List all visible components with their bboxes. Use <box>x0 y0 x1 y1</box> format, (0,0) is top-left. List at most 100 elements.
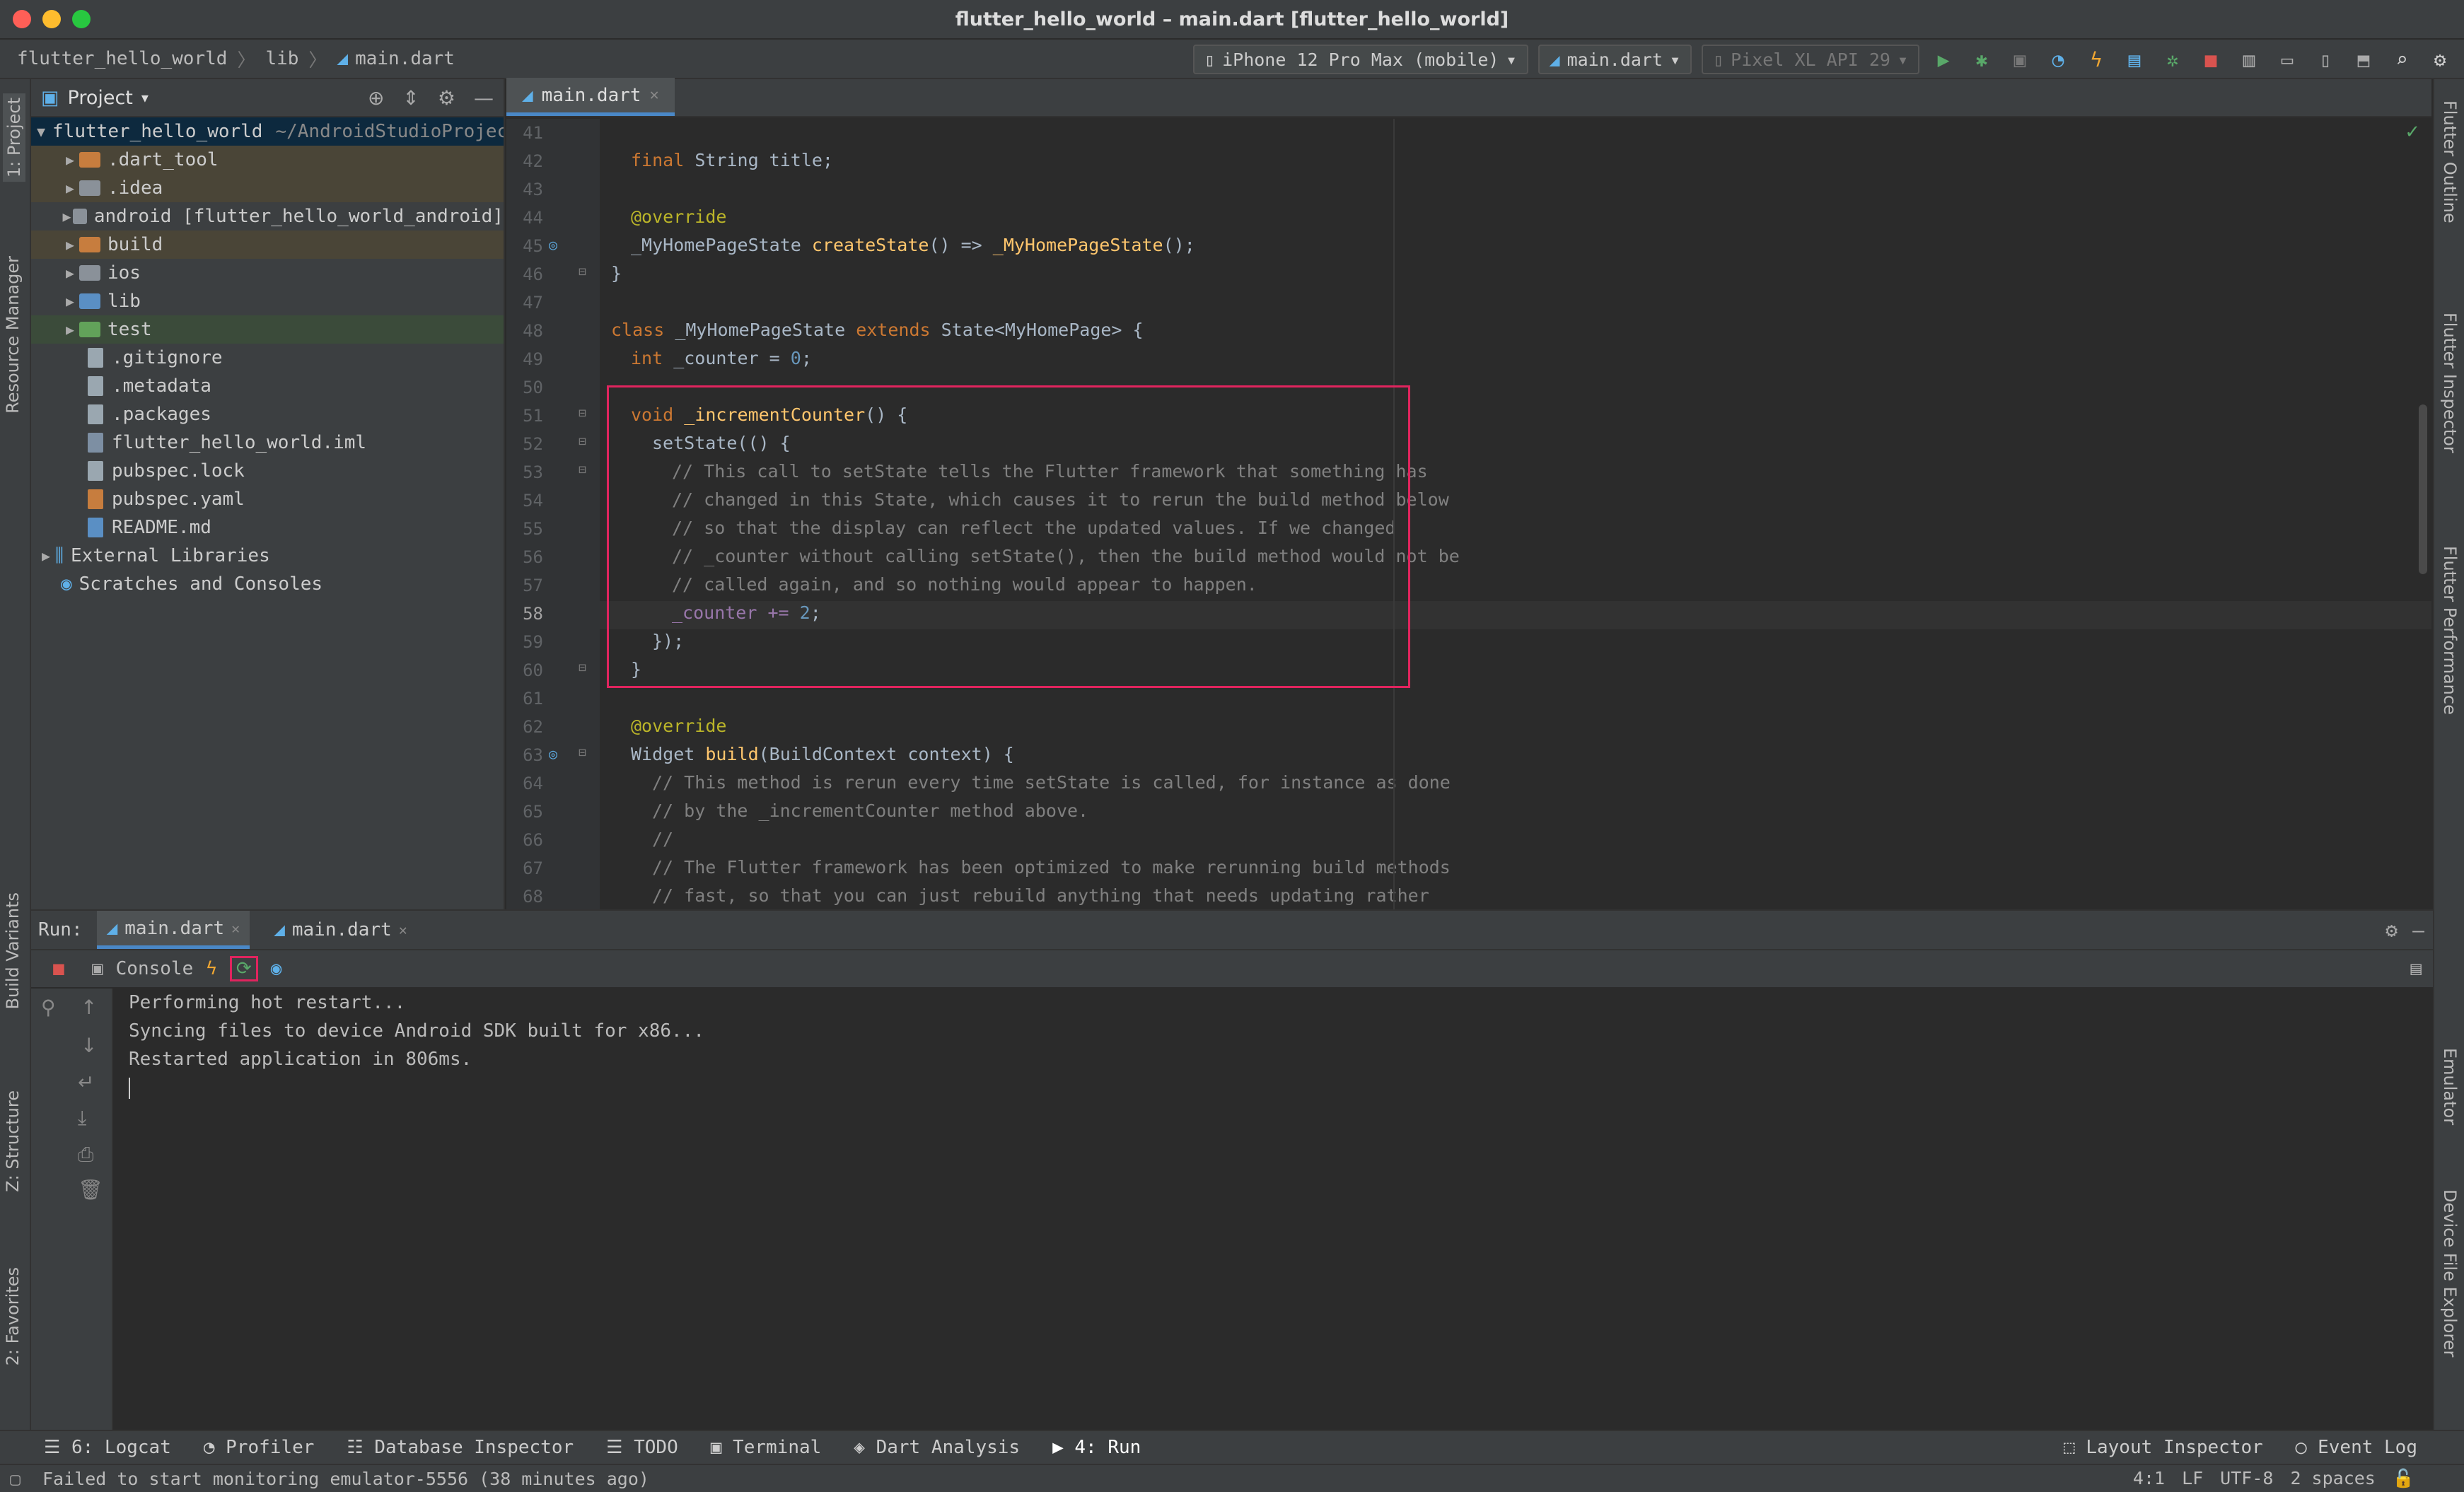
expand-arrow-icon[interactable]: ▶ <box>61 208 73 225</box>
cursor-position[interactable]: 4:1 <box>2133 1468 2165 1489</box>
device-selector[interactable]: ▯ iPhone 12 Pro Max (mobile) ▾ <box>1193 45 1528 74</box>
tree-item[interactable]: pubspec.yaml <box>31 485 504 513</box>
tab-flutter-inspector[interactable]: Flutter Inspector <box>2440 313 2460 453</box>
collapse-all-icon[interactable]: ⇕ <box>402 86 419 110</box>
tree-item[interactable]: ▶ test <box>31 315 504 344</box>
tab-flutter-performance[interactable]: Flutter Performance <box>2440 546 2460 715</box>
breadcrumb-file[interactable]: main.dart <box>355 48 455 69</box>
fold-marker-icon[interactable]: ⊟ <box>579 406 586 421</box>
tree-item[interactable]: ▶ .dart_tool <box>31 146 504 174</box>
tab-emulator[interactable]: Emulator <box>2440 1048 2460 1125</box>
fold-marker-icon[interactable]: ⊟ <box>579 660 586 675</box>
pin-icon[interactable]: ⚲ <box>41 996 56 1019</box>
console-tab[interactable]: Console <box>116 958 194 979</box>
settings-icon[interactable]: ⚙ <box>2426 45 2454 74</box>
hide-panel-icon[interactable]: — <box>474 86 494 110</box>
sdk-manager-icon[interactable]: ⬒ <box>2349 45 2378 74</box>
tree-item-scratches[interactable]: ◉ Scratches and Consoles <box>31 570 504 598</box>
tab-logcat[interactable]: ☰ 6: Logcat <box>44 1437 171 1458</box>
run-config-selector[interactable]: ◢ main.dart ▾ <box>1538 45 1692 74</box>
tree-item[interactable]: ▶ android [flutter_hello_world_android] <box>31 202 504 231</box>
tree-item[interactable]: ▶ build <box>31 231 504 259</box>
emulator-selector[interactable]: ▯ Pixel XL API 29 ▾ <box>1702 45 1919 74</box>
vertical-scrollbar[interactable] <box>2419 404 2427 574</box>
breadcrumb-lib[interactable]: lib <box>265 48 298 69</box>
profile-icon[interactable]: ◔ <box>2044 45 2072 74</box>
project-structure-icon[interactable]: ▥ <box>2235 45 2263 74</box>
stop-icon[interactable]: ■ <box>38 958 79 979</box>
tree-item[interactable]: .packages <box>31 400 504 429</box>
hide-panel-icon[interactable]: — <box>2412 919 2424 942</box>
file-encoding[interactable]: UTF-8 <box>2220 1468 2273 1489</box>
tree-root[interactable]: ▼ flutter_hello_world ~/AndroidStudioPro… <box>31 117 504 146</box>
run-tab-main-dart[interactable]: ◢ main.dart ✕ <box>96 911 250 949</box>
attach-icon[interactable]: ▣ <box>2006 45 2034 74</box>
apply-changes-icon[interactable]: ▤ <box>2120 45 2149 74</box>
indent-setting[interactable]: 2 spaces <box>2290 1468 2375 1489</box>
scroll-to-end-icon[interactable]: ⤓ <box>78 1106 86 1130</box>
tree-item[interactable]: ▶ .idea <box>31 174 504 202</box>
tree-item[interactable]: ▶ lib <box>31 287 504 315</box>
tab-run[interactable]: ▶ 4: Run <box>1052 1437 1141 1458</box>
fold-marker-icon[interactable]: ⊟ <box>579 462 586 477</box>
close-icon[interactable]: ✕ <box>231 920 240 937</box>
tab-structure[interactable]: Z: Structure <box>3 1090 23 1192</box>
run-icon[interactable]: ▶ <box>1929 45 1958 74</box>
expand-arrow-icon[interactable]: ▶ <box>61 264 79 281</box>
tab-favorites[interactable]: 2: Favorites <box>3 1267 23 1365</box>
hot-reload-icon[interactable]: ϟ <box>2082 45 2110 74</box>
expand-arrow-icon[interactable]: ▶ <box>61 293 79 310</box>
soft-wrap-icon[interactable]: ↵ <box>78 1071 94 1094</box>
up-arrow-icon[interactable]: ↑ <box>81 996 97 1019</box>
stop-icon[interactable]: ■ <box>2197 45 2225 74</box>
layout-icon[interactable]: ▭ <box>2273 45 2301 74</box>
expand-arrow-icon[interactable]: ▶ <box>61 151 79 168</box>
expand-arrow-icon[interactable]: ▶ <box>37 547 55 564</box>
search-icon[interactable]: ⌕ <box>2388 45 2416 74</box>
fold-marker-icon[interactable]: ⊟ <box>579 745 586 760</box>
tab-layout-inspector[interactable]: ⬚ Layout Inspector <box>2064 1437 2263 1458</box>
close-icon[interactable]: ✕ <box>399 921 407 938</box>
tab-resource-manager[interactable]: Resource Manager <box>3 256 23 414</box>
tree-item[interactable]: pubspec.lock <box>31 457 504 485</box>
tab-build-variants[interactable]: Build Variants <box>3 892 23 1010</box>
expand-arrow-icon[interactable]: ▶ <box>61 236 79 253</box>
override-marker-icon[interactable]: ◎ <box>549 236 557 253</box>
close-icon[interactable]: ✕ <box>650 86 659 104</box>
override-marker-icon[interactable]: ◎ <box>549 745 557 762</box>
tab-terminal[interactable]: ▣ Terminal <box>711 1437 822 1458</box>
tab-device-file-explorer[interactable]: Device File Explorer <box>2440 1189 2460 1357</box>
gear-icon[interactable]: ⚙ <box>2385 919 2398 942</box>
tab-database-inspector[interactable]: ☷ Database Inspector <box>347 1437 574 1458</box>
tree-item[interactable]: .metadata <box>31 372 504 400</box>
tree-item-external-libraries[interactable]: ▶ ⫼ External Libraries <box>31 542 504 570</box>
close-window-button[interactable] <box>13 10 31 28</box>
lock-icon[interactable]: 🔓 <box>2393 1468 2414 1489</box>
down-arrow-icon[interactable]: ↓ <box>81 1034 97 1057</box>
layout-toggle-icon[interactable]: ▤ <box>2410 958 2422 979</box>
gear-icon[interactable]: ⚙ <box>438 86 455 110</box>
console-output[interactable]: Performing hot restart... Syncing files … <box>113 989 2433 1430</box>
no-problems-check-icon[interactable]: ✓ <box>2405 122 2420 143</box>
tab-project[interactable]: 1: Project <box>3 93 25 182</box>
hot-restart-icon[interactable]: ⟳ <box>229 956 258 981</box>
tree-item[interactable]: .gitignore <box>31 344 504 372</box>
expand-arrow-icon[interactable]: ▼ <box>37 123 45 140</box>
bug-icon[interactable]: ✲ <box>2158 45 2187 74</box>
device-manager-icon[interactable]: ▯ <box>2311 45 2340 74</box>
tab-profiler[interactable]: ◔ Profiler <box>204 1437 315 1458</box>
fold-marker-icon[interactable]: ⊟ <box>579 264 586 279</box>
tab-event-log[interactable]: ◯ Event Log <box>2296 1437 2417 1458</box>
status-toggle-icon[interactable]: ▢ <box>10 1469 21 1489</box>
tab-flutter-outline[interactable]: Flutter Outline <box>2440 100 2460 223</box>
locate-file-icon[interactable]: ⊕ <box>368 86 384 110</box>
hot-reload-icon[interactable]: ϟ <box>206 958 217 979</box>
editor-tab-main-dart[interactable]: ◢ main.dart ✕ <box>506 78 675 116</box>
tab-todo[interactable]: ☰ TODO <box>606 1437 678 1458</box>
debug-icon[interactable]: ✱ <box>1968 45 1996 74</box>
devtools-icon[interactable]: ◉ <box>271 958 282 979</box>
fold-marker-icon[interactable]: ⊟ <box>579 434 586 449</box>
print-icon[interactable]: ⎙ <box>78 1143 93 1167</box>
project-view-selector[interactable]: Project <box>68 87 133 109</box>
maximize-window-button[interactable] <box>72 10 91 28</box>
